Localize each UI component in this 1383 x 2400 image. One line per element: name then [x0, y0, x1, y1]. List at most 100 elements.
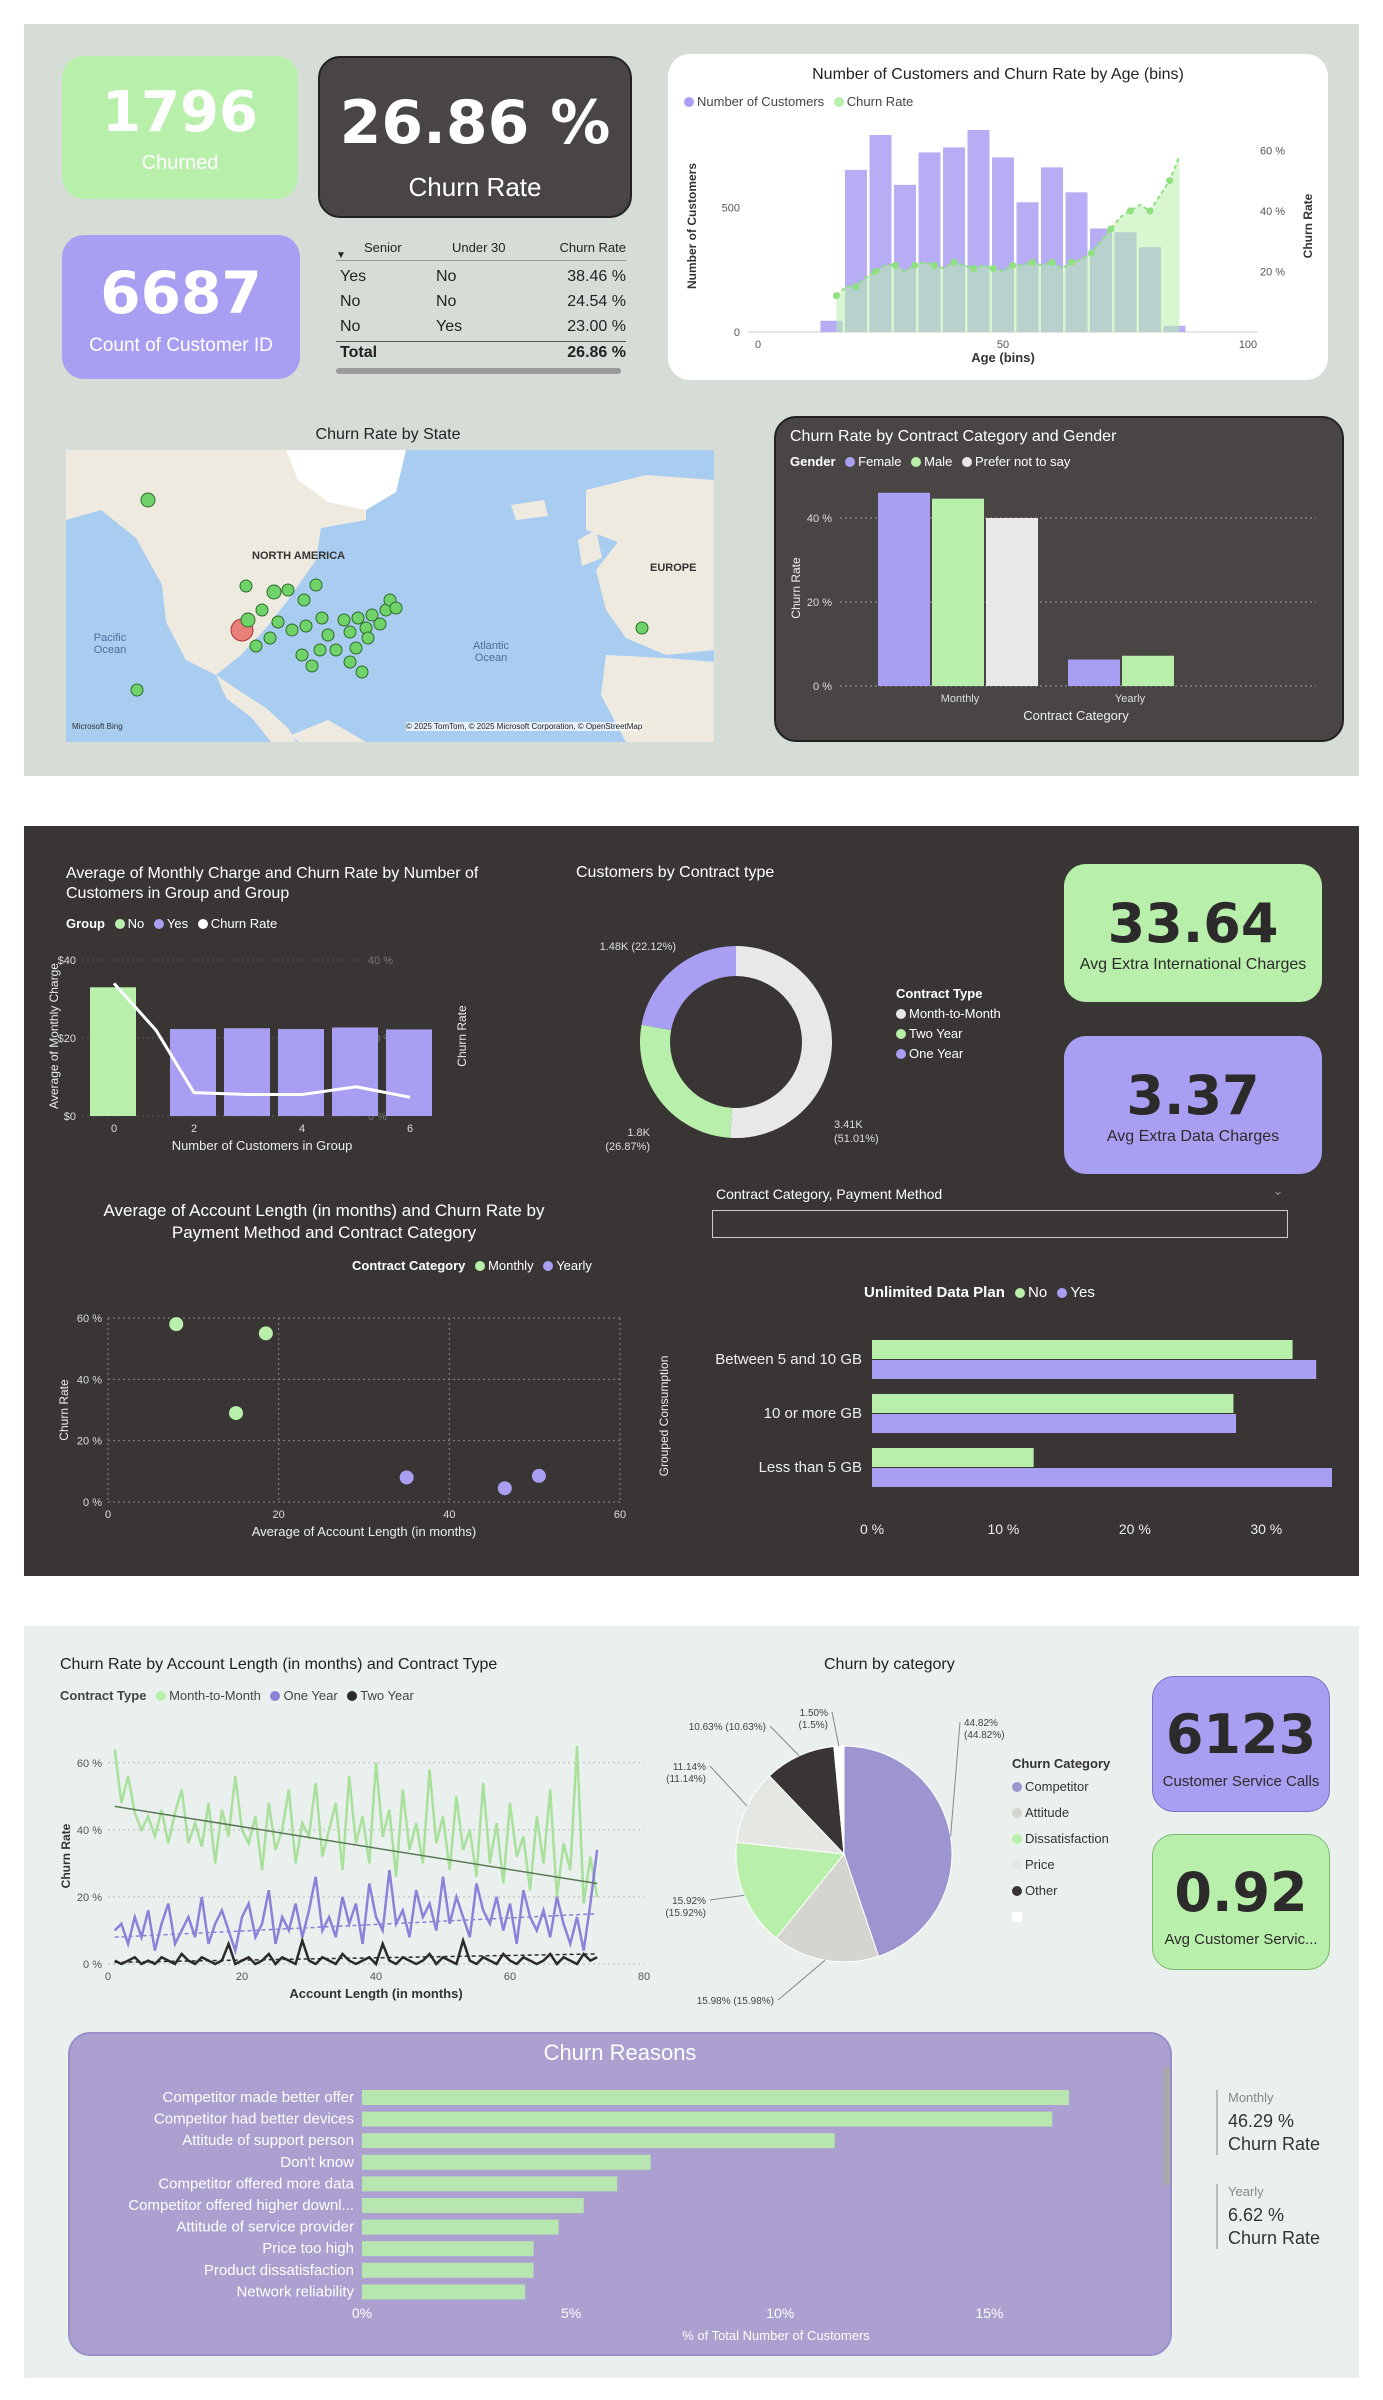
summary-monthly-rate: 46.29 %: [1228, 2111, 1295, 2131]
table-row: No: [436, 268, 457, 285]
y-axis-label: Churn Rate: [789, 557, 803, 619]
table-scrollbar[interactable]: [336, 368, 621, 374]
legend-monthly[interactable]: Monthly: [488, 1258, 534, 1273]
legend-item-competitor[interactable]: Competitor: [1012, 1774, 1110, 1800]
kpi-churn-rate-value: 26.86 %: [339, 88, 611, 158]
x-tick-label: 30 %: [1250, 1521, 1282, 1537]
y2-axis-label: Churn Rate: [1301, 193, 1315, 258]
map-point: [255, 603, 269, 617]
reason-bar: [362, 2284, 526, 2300]
gender-bar: [932, 498, 984, 686]
reason-label: Competitor offered higher downl...: [128, 2197, 354, 2214]
legend-no[interactable]: No: [128, 916, 145, 931]
legend-item-dissatisfaction[interactable]: Dissatisfaction: [1012, 1826, 1110, 1852]
legend-plan-yes[interactable]: Yes: [1070, 1284, 1094, 1301]
legend-dot-other: [1012, 1886, 1022, 1896]
churn-rate-point: [1166, 177, 1174, 185]
y-axis-label: Average of Monthly Charge: [47, 963, 61, 1109]
legend-item-attitude[interactable]: Attitude: [1012, 1800, 1110, 1826]
reasons-scrollbar[interactable]: [1164, 2066, 1170, 2186]
map-label-north-america: NORTH AMERICA: [252, 550, 346, 562]
account-length-scatter[interactable]: 0 %0 20 % 20 40 % 40 60 % 60 Average of Account…: [44, 1276, 634, 1572]
kpi-extra-intl-card[interactable]: 33.64 Avg Extra International Charges: [1064, 864, 1322, 1002]
map-point: [266, 584, 282, 600]
legend-dot-mtm: [156, 1691, 167, 1701]
legend-yes[interactable]: Yes: [167, 916, 188, 931]
kpi-customers-card[interactable]: 6687 Count of Customer ID: [62, 235, 300, 379]
panel-overview: 1796 Churned 26.86 % Churn Rate 6687 Cou…: [24, 24, 1359, 776]
reason-label: Competitor offered more data: [158, 2175, 354, 2192]
legend-one-year-2[interactable]: One Year: [283, 1688, 337, 1703]
legend-item-one-year[interactable]: One Year: [896, 1044, 1001, 1064]
category-label: Less than 5 GB: [759, 1459, 862, 1476]
x-tick-label: 2: [191, 1123, 197, 1135]
y-tick-label: 0: [734, 327, 740, 339]
legend-item-price[interactable]: Price: [1012, 1852, 1110, 1878]
table-header-senior[interactable]: Senior: [364, 240, 402, 255]
legend-item-blank[interactable]: [1012, 1904, 1110, 1930]
slice-label: 1.48K (22.12%): [600, 941, 676, 953]
slice-label: 3.41K: [834, 1119, 863, 1131]
panel-reasons: Churn Rate by Account Length (in months)…: [24, 1626, 1359, 2378]
x-tick-label: 15%: [975, 2305, 1003, 2321]
donut-slice: [641, 946, 736, 1031]
age-chart[interactable]: 0 50 100050020 %40 %60 %Age (bins)Number o…: [668, 54, 1328, 380]
table-header-line: [336, 260, 626, 261]
map-point: [240, 612, 256, 628]
pie-label: 15.92%: [672, 1896, 706, 1907]
legend-item-two-year[interactable]: Two Year: [896, 1024, 1001, 1044]
legend-mtm[interactable]: Month-to-Month: [169, 1688, 261, 1703]
kpi-churn-rate-card[interactable]: 26.86 % Churn Rate: [318, 56, 632, 218]
legend-two-year-2[interactable]: Two Year: [360, 1688, 414, 1703]
churn-map[interactable]: NORTH AMERICA EUROPE Pacific Ocean Atlan…: [66, 450, 714, 742]
kpi-extra-data-card[interactable]: 3.37 Avg Extra Data Charges: [1064, 1036, 1322, 1174]
legend-title-group: Group: [66, 916, 105, 931]
table-header-under30[interactable]: Under 30: [452, 240, 505, 255]
table-row: Yes: [436, 318, 463, 335]
account-length-line-chart[interactable]: 0 % 20 % 40 % 60 % 0 20 40 60 80 Account Length (…: [44, 1706, 684, 2006]
kpi-churned-card[interactable]: 1796 Churned: [62, 56, 298, 199]
map-point: [389, 601, 403, 615]
summary-yearly-label: Yearly: [1228, 2184, 1264, 2199]
reason-label: Don't know: [280, 2154, 354, 2171]
legend-plan-no[interactable]: No: [1028, 1284, 1047, 1301]
churn-rate-point: [872, 267, 880, 275]
chevron-down-icon[interactable]: ⌄: [1272, 1182, 1284, 1199]
churn-rate-point: [852, 283, 860, 291]
x-tick-label: 6: [407, 1123, 413, 1135]
x-axis-label: Contract Category: [1023, 708, 1129, 723]
table-total-value: 26.86 %: [567, 344, 626, 361]
kpi-avg-service-card[interactable]: 0.92 Avg Customer Servic...: [1152, 1834, 1330, 1970]
scatter-point: [497, 1481, 512, 1496]
y2-axis-label: Churn Rate: [455, 1005, 469, 1067]
summary-yearly: Yearly 6.62 % Churn Rate: [1216, 2184, 1336, 2249]
gender-bar: [986, 518, 1038, 686]
legend-item-other[interactable]: Other: [1012, 1878, 1110, 1904]
map-label-pacific: Pacific Ocean: [93, 632, 127, 656]
table-header-churn-rate[interactable]: Churn Rate: [560, 240, 626, 255]
map-point: [285, 623, 299, 637]
slicer-dropdown[interactable]: [712, 1210, 1288, 1238]
scatter-point: [399, 1470, 414, 1485]
monthly-charge-chart[interactable]: $0 0 %$20 20 %$40 40 %0 2 4 6Number of Custome…: [44, 936, 584, 1166]
consumption-bar: [872, 1340, 1293, 1359]
x-tick-label: 80: [638, 1971, 650, 1983]
kpi-extra-intl-label: Avg Extra International Charges: [1079, 956, 1307, 973]
churn-rate-point: [930, 261, 938, 269]
consumption-chart[interactable]: Between 5 and 10 GB 10 or more GB Less tha…: [644, 1306, 1344, 1566]
x-tick-label: 0: [111, 1123, 117, 1135]
consumption-bar: [872, 1360, 1317, 1379]
legend-yearly[interactable]: Yearly: [556, 1258, 592, 1273]
churn-reasons-chart[interactable]: Competitor made better offer Competitor h…: [70, 2074, 1170, 2354]
line-chart-title: Churn Rate by Account Length (in months)…: [60, 1656, 498, 1673]
legend-dot-plan-yes: [1057, 1288, 1068, 1298]
x-tick-label: 100: [1239, 339, 1257, 351]
kpi-service-calls-card[interactable]: 6123 Customer Service Calls: [1152, 1676, 1330, 1812]
legend-churn-rate[interactable]: Churn Rate: [211, 916, 277, 931]
legend-dot-one-year-2: [270, 1691, 281, 1701]
contract-gender-chart[interactable]: 0 % 20 % 40 % Monthly Yearly Contract Categor…: [776, 418, 1342, 740]
legend-item-month[interactable]: Month-to-Month: [896, 1004, 1001, 1024]
churn-category-pie[interactable]: 44.82%(44.82%) 15.98% (15.98%) 15.92%(15.9…: [664, 1686, 1024, 2016]
scatter-legend: Contract Category Monthly Yearly: [352, 1258, 592, 1273]
scatter-point: [258, 1326, 273, 1341]
